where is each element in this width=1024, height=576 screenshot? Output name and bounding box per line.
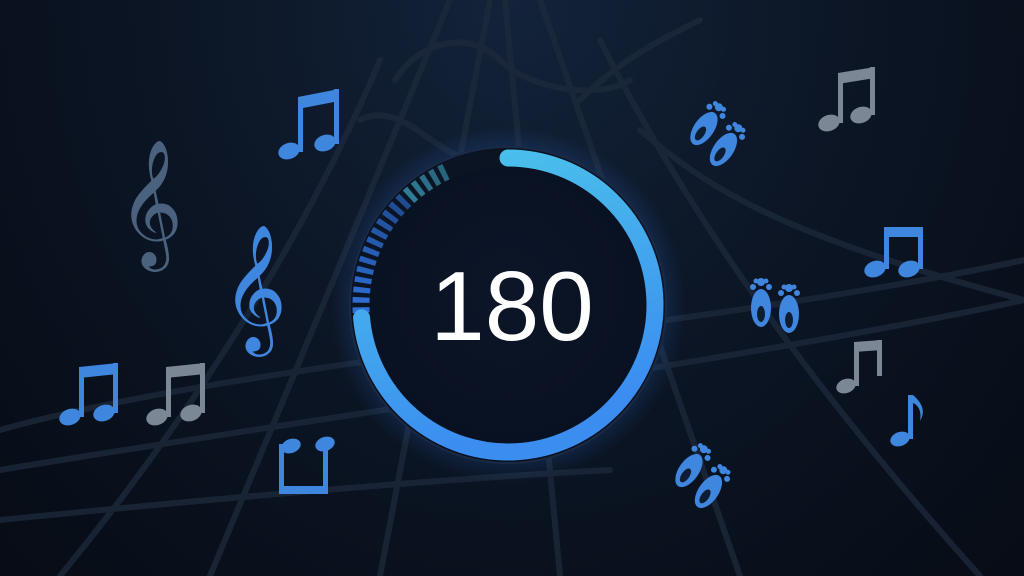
dial-progress-tick	[366, 236, 384, 249]
dial-progress-tick	[353, 286, 371, 294]
eighth-notes-icon	[818, 67, 875, 132]
dial-progress-tick	[375, 217, 394, 232]
dial-progress-tick	[356, 265, 375, 276]
dial-progress-tick	[402, 186, 419, 204]
cadence-value: 180	[430, 251, 594, 361]
treble-clef-icon: 𝄞	[222, 223, 287, 357]
footprints-icon	[665, 439, 739, 514]
dial-progress-tick	[419, 174, 434, 192]
cadence-dial: 180	[330, 127, 686, 483]
dial-progress-tick	[381, 209, 399, 225]
dial-progress-tick	[362, 245, 380, 258]
dial-progress-tick	[388, 201, 405, 217]
eighth-note-icon	[890, 395, 923, 447]
eighth-notes-icon	[59, 363, 118, 426]
dial-progress-tick	[437, 164, 450, 182]
eighth-notes-icon	[278, 89, 339, 160]
dial-progress-tick	[410, 180, 426, 197]
eighth-notes-icon	[836, 340, 882, 394]
dial-progress-tick	[354, 275, 372, 285]
dial-progress-tick	[370, 226, 389, 240]
cadence-scene: 𝄞 𝄞 180	[0, 0, 1024, 576]
footprints-icon	[680, 97, 754, 172]
dial-progress-tick	[428, 168, 442, 187]
dial-progress-tick	[358, 255, 377, 266]
treble-clef-icon: 𝄞	[118, 138, 183, 272]
dial-progress-tick	[395, 193, 412, 210]
eighth-notes-icon	[279, 436, 335, 494]
